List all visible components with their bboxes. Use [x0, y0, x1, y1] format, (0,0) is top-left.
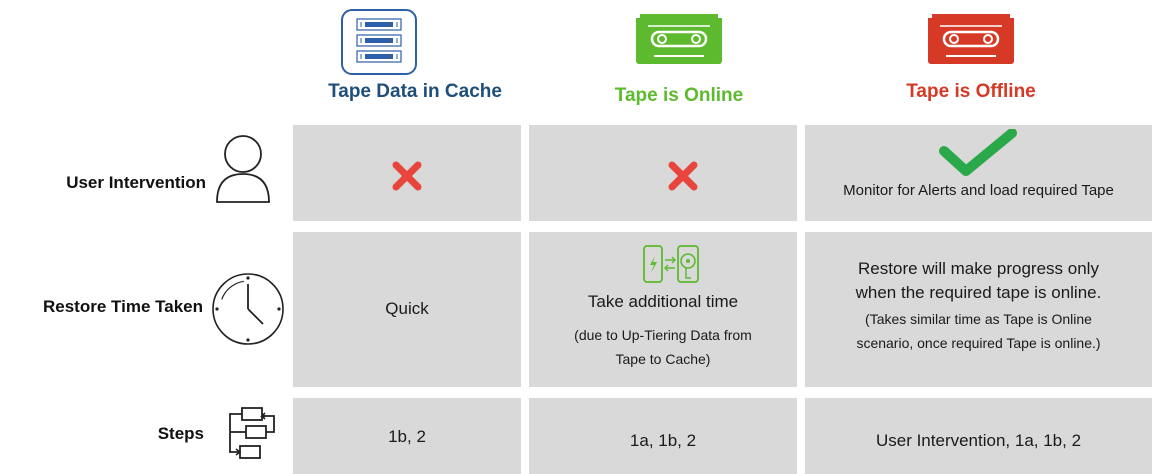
column-header-cache: Tape Data in Cache — [328, 81, 502, 102]
online-steps-text: 1a, 1b, 2 — [629, 431, 697, 450]
clock-icon — [211, 272, 285, 346]
column-header-offline: Tape is Offline — [906, 81, 1036, 102]
tape-cassette-online-icon — [634, 12, 724, 66]
offline-restore-line3: (Takes similar time as Tape is Online — [865, 311, 1092, 327]
cache-restore-text: Quick — [385, 299, 429, 318]
offline-intervention-text: Monitor for Alerts and load required Tap… — [843, 182, 1114, 199]
cache-steps-text: 1b, 2 — [388, 427, 426, 446]
steps-flow-icon — [222, 406, 278, 462]
cell-cache-restore-time: Quick — [293, 232, 521, 387]
cell-online-steps: 1a, 1b, 2 — [529, 398, 797, 474]
offline-restore-line2: when the required tape is online. — [855, 283, 1102, 302]
cell-online-user-intervention — [529, 125, 797, 221]
cell-offline-steps: User Intervention, 1a, 1b, 2 — [805, 398, 1152, 474]
offline-restore-line1: Restore will make progress only — [858, 259, 1099, 278]
row-label-restore-time: Restore Time Taken — [43, 297, 203, 316]
offline-restore-line4: scenario, once required Tape is online.) — [856, 335, 1101, 351]
offline-steps-text: User Intervention, 1a, 1b, 2 — [875, 431, 1082, 450]
cell-offline-user-intervention: Monitor for Alerts and load required Tap… — [805, 125, 1152, 221]
cell-cache-steps: 1b, 2 — [293, 398, 521, 474]
cell-online-restore-time: Take additional time (due to Up-Tiering … — [529, 232, 797, 387]
tape-cassette-offline-icon — [926, 12, 1016, 66]
red-x-icon — [668, 161, 698, 191]
cell-offline-restore-time: Restore will make progress only when the… — [805, 232, 1152, 387]
red-x-icon — [392, 161, 422, 191]
row-label-steps: Steps — [157, 424, 204, 443]
online-restore-subtext-line1: (due to Up-Tiering Data from — [574, 327, 752, 343]
server-cache-icon — [340, 8, 418, 76]
up-tiering-icon — [642, 244, 702, 284]
row-label-user-intervention: User Intervention — [66, 173, 206, 192]
column-header-online: Tape is Online — [614, 85, 744, 106]
cell-cache-user-intervention — [293, 125, 521, 221]
green-check-icon — [938, 128, 1018, 177]
online-restore-subtext-line2: Tape to Cache) — [615, 351, 711, 367]
online-restore-text: Take additional time — [587, 292, 739, 311]
user-icon — [213, 132, 273, 206]
